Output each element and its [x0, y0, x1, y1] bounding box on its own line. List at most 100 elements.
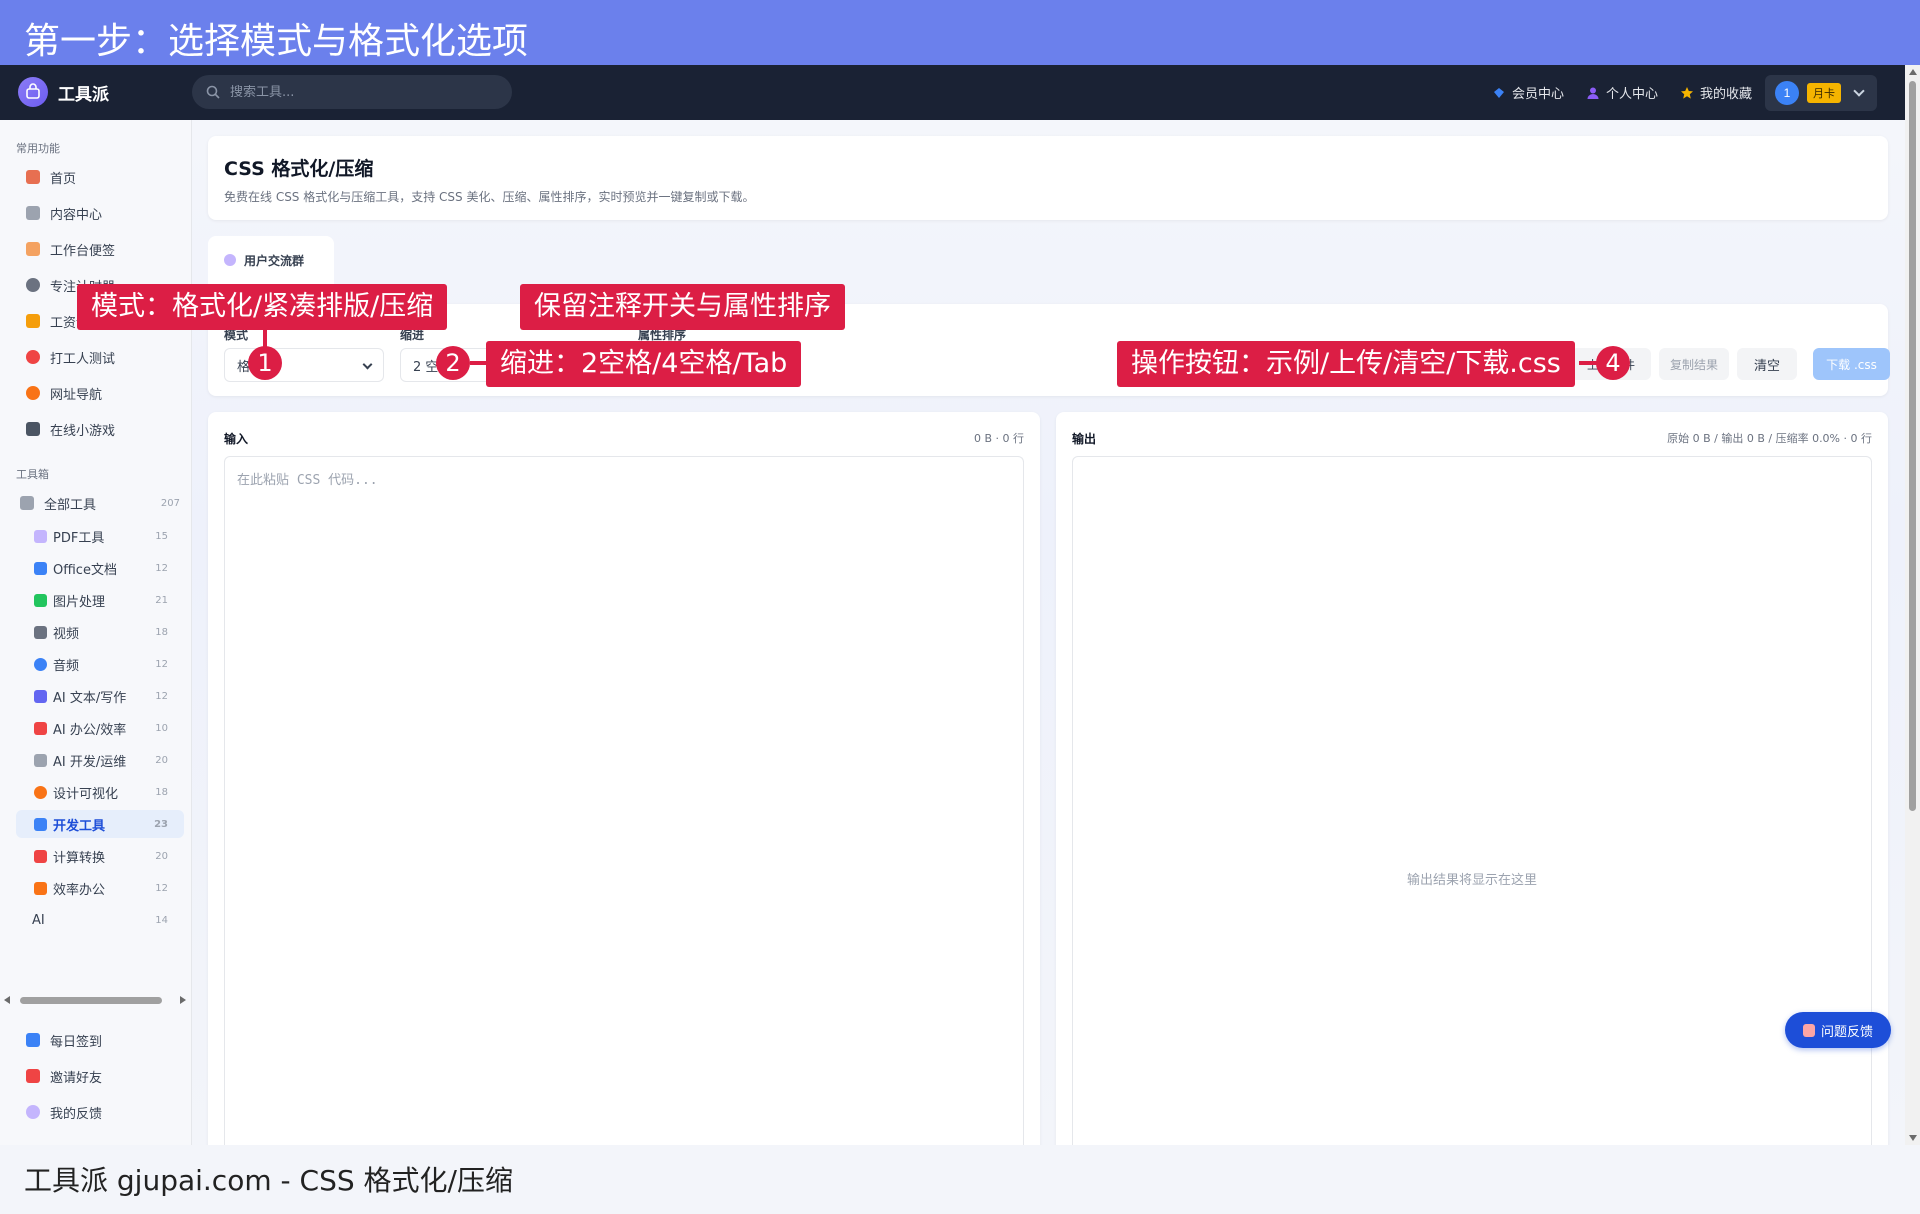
tools-icon [20, 496, 34, 510]
tool-count: 207 [160, 497, 180, 509]
page-title: CSS 格式化/压缩 [224, 158, 374, 180]
feedback-label: 问题反馈 [1820, 1024, 1873, 1040]
nav-link-profile[interactable]: 个人中心 [1586, 83, 1658, 102]
output-empty-message: 输出结果将显示在这里 [1406, 873, 1537, 888]
wrench-icon [34, 753, 47, 767]
sidebar-item-content[interactable]: 内容中心 [16, 198, 184, 228]
user-menu[interactable]: 1 月卡 [1765, 75, 1877, 111]
sidebar-item-memo[interactable]: 工作台便签 [16, 234, 184, 264]
output-area[interactable]: 输出结果将显示在这里 [1072, 456, 1872, 1145]
callout-comment-sort: 保留注释开关与属性排序 [520, 284, 845, 330]
sidebar-item-ai[interactable]: AI 14 [16, 906, 184, 934]
scroll-down-arrow-icon[interactable] [1909, 1135, 1917, 1141]
input-panel: 输入 0 B · 0 行 [208, 412, 1040, 1145]
sidebar-item-label: 工作台便签 [50, 243, 116, 259]
css-input-textarea[interactable] [225, 457, 1023, 1145]
sidebar-item-dev-tools[interactable]: 开发工具 23 [16, 810, 184, 838]
tool-count: 12 [155, 690, 168, 702]
sidebar-item-my-feedback[interactable]: 我的反馈 [16, 1097, 184, 1127]
calendar-icon [26, 1033, 40, 1047]
clear-button[interactable]: 清空 [1737, 348, 1797, 380]
output-panel-title: 输出 [1072, 432, 1097, 446]
scrollbar-thumb[interactable] [20, 997, 162, 1004]
gamepad-icon [26, 422, 40, 436]
money-icon [26, 314, 40, 328]
sidebar-item-label: 开发工具 [53, 818, 106, 834]
sidebar-item-video[interactable]: 视频 18 [16, 618, 184, 646]
tool-count: 15 [155, 530, 168, 542]
sidebar-item-label: 计算转换 [53, 850, 106, 866]
sidebar-horizontal-scrollbar[interactable] [0, 992, 192, 1008]
sidebar-item-audio[interactable]: 音频 12 [16, 650, 184, 678]
sidebar-item-navigation[interactable]: 网址导航 [16, 378, 184, 408]
sidebar-item-label: AI 办公/效率 [53, 722, 127, 738]
sidebar-item-label: 视频 [53, 626, 80, 642]
callout-marker-4: 4 [1596, 346, 1630, 380]
sidebar-item-ai-dev[interactable]: AI 开发/运维 20 [16, 746, 184, 774]
callout-mode: 模式：格式化/紧凑排版/压缩 [77, 284, 448, 330]
sidebar-section-common: 常用功能 [16, 142, 60, 155]
sidebar-item-design[interactable]: 设计可视化 18 [16, 778, 184, 806]
brand[interactable]: 工具派 [18, 77, 109, 107]
compass-icon [26, 386, 40, 400]
input-area [224, 456, 1024, 1145]
scroll-right-arrow-icon[interactable] [180, 996, 186, 1004]
sidebar-item-home[interactable]: 首页 [16, 162, 184, 192]
tab-label: 用户交流群 [244, 253, 305, 268]
callout-indent: 缩进：2空格/4空格/Tab [486, 341, 802, 387]
tool-count: 12 [155, 882, 168, 894]
gift-icon [26, 1069, 40, 1083]
step-banner: 第一步：选择模式与格式化选项 [0, 0, 1920, 65]
search-icon [206, 85, 220, 99]
sidebar-item-label: AI [32, 912, 45, 928]
search-input[interactable] [230, 84, 490, 100]
search-box[interactable] [192, 75, 512, 109]
palette-icon [34, 785, 47, 799]
callout-connector [1579, 361, 1597, 365]
star-icon [1680, 86, 1693, 99]
sidebar-item-image[interactable]: 图片处理 21 [16, 586, 184, 614]
tool-count: 18 [155, 786, 168, 798]
sidebar-item-label: 音频 [53, 658, 80, 674]
brand-logo-icon [18, 77, 48, 107]
sidebar-item-pdf[interactable]: PDF工具 15 [16, 522, 184, 550]
feedback-button[interactable]: 问题反馈 [1785, 1012, 1891, 1048]
sidebar-item-all-tools[interactable]: 全部工具 207 [16, 488, 184, 518]
sidebar-item-label: 设计可视化 [53, 786, 119, 802]
sidebar-item-label: 我的反馈 [50, 1106, 103, 1122]
scroll-left-arrow-icon[interactable] [4, 996, 10, 1004]
membership-badge: 月卡 [1807, 83, 1841, 103]
sidebar-item-checkin[interactable]: 每日签到 [16, 1025, 184, 1055]
image-icon [34, 593, 47, 607]
sidebar-item-invite[interactable]: 邀请好友 [16, 1061, 184, 1091]
sidebar-item-office[interactable]: Office文档 12 [16, 554, 184, 582]
tool-count: 21 [155, 594, 168, 606]
sidebar: 常用功能 首页 内容中心 工作台便签 专注计时器 工资计算器 打工人测试 网址导… [0, 120, 192, 1145]
speech-icon [26, 1105, 40, 1119]
nav-link-membership[interactable]: 会员中心 [1492, 83, 1564, 102]
sidebar-item-label: Office文档 [53, 562, 117, 578]
output-stats: 原始 0 B / 输出 0 B / 压缩率 0.0% · 0 行 [1667, 432, 1872, 445]
sidebar-item-ai-writing[interactable]: AI 文本/写作 12 [16, 682, 184, 710]
nav-link-label: 个人中心 [1605, 87, 1658, 102]
footer-caption: 工具派 gjupai.com - CSS 格式化/压缩 [0, 1145, 1920, 1214]
sidebar-item-worker-test[interactable]: 打工人测试 [16, 342, 184, 372]
nav-link-favorites[interactable]: 我的收藏 [1680, 83, 1752, 102]
copy-result-button[interactable]: 复制结果 [1659, 348, 1729, 380]
sidebar-item-label: 每日签到 [50, 1034, 103, 1050]
sidebar-item-ai-office[interactable]: AI 办公/效率 10 [16, 714, 184, 742]
scroll-up-arrow-icon[interactable] [1909, 69, 1917, 75]
tool-count: 10 [155, 722, 168, 734]
sidebar-item-efficiency[interactable]: 效率办公 12 [16, 874, 184, 902]
page-scrollbar[interactable] [1905, 65, 1920, 1145]
tab-user-group[interactable]: 用户交流群 [208, 236, 334, 284]
tool-count: 18 [155, 626, 168, 638]
download-css-button[interactable]: 下载 .css [1813, 348, 1890, 380]
scrollbar-thumb[interactable] [1909, 81, 1916, 811]
tool-count: 20 [155, 850, 168, 862]
sidebar-item-games[interactable]: 在线小游戏 [16, 414, 184, 444]
sidebar-item-calc[interactable]: 计算转换 20 [16, 842, 184, 870]
page-header: CSS 格式化/压缩 免费在线 CSS 格式化与压缩工具，支持 CSS 美化、压… [208, 136, 1888, 220]
callout-connector [470, 361, 486, 365]
memo-icon [26, 242, 40, 256]
